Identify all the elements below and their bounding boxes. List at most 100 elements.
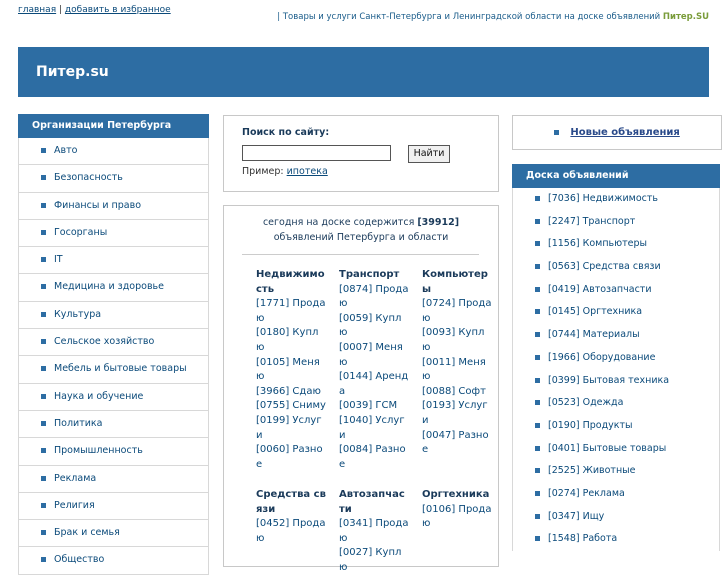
bullet-icon — [535, 400, 540, 406]
board-category-link[interactable]: [0088] Софт — [422, 385, 492, 400]
board-category-link[interactable]: [0105] Меняю — [256, 356, 326, 385]
organization-item[interactable]: Политика — [18, 410, 209, 439]
board-category-label: [0419] Автозапчасти — [548, 283, 652, 295]
board-category-block: Транспорт [0874] Продаю [0059] Куплю [0007]… — [339, 268, 409, 472]
tagline-text: | Товары и услуги Санкт-Петербурга и Лен… — [277, 12, 661, 22]
organization-item-label: Авто — [54, 145, 78, 156]
organization-item[interactable]: Безопасность — [18, 165, 209, 193]
board-category-item[interactable]: [1548] Работа — [513, 528, 719, 551]
search-input[interactable] — [242, 145, 391, 161]
board-category-item[interactable]: [0190] Продукты — [513, 415, 719, 438]
board-divider — [242, 254, 479, 255]
board-category-label: [0274] Реклама — [548, 487, 625, 499]
board-category-item[interactable]: [2525] Животные — [513, 460, 719, 483]
board-category-link[interactable]: [0452] Продаю — [256, 517, 326, 546]
search-example-link[interactable]: ипотека — [287, 166, 328, 177]
board-category-heading[interactable]: Компьютеры — [422, 268, 492, 297]
board-category-link[interactable]: [0144] Аренда — [339, 370, 409, 399]
bullet-icon — [535, 536, 540, 542]
board-category-heading[interactable]: Автозапчасти — [339, 488, 409, 517]
new-ads-link[interactable]: Новые объявления — [570, 127, 679, 138]
board-category-heading[interactable]: Недвижимость — [256, 268, 326, 297]
search-button[interactable]: Найти — [408, 145, 450, 163]
board-category-link[interactable]: [0106] Продаю — [422, 503, 492, 532]
organization-item[interactable]: Общество — [18, 547, 209, 575]
organization-item[interactable]: Реклама — [18, 465, 209, 493]
tagline-brand: Питер.SU — [662, 12, 709, 22]
bullet-icon — [535, 218, 540, 224]
board-category-link[interactable]: [0193] Услуги — [422, 399, 492, 428]
organization-item[interactable]: Наука и обучение — [18, 383, 209, 411]
bullet-icon — [41, 530, 46, 536]
organization-item[interactable]: Мебель и бытовые товары — [18, 356, 209, 384]
organization-item[interactable]: IT — [18, 247, 209, 275]
board-category-item[interactable]: [0401] Бытовые товары — [513, 438, 719, 461]
board-category-item[interactable]: [1156] Компьютеры — [513, 233, 719, 256]
site-title[interactable]: Питер.su — [36, 64, 109, 80]
organization-item[interactable]: Госорганы — [18, 219, 209, 248]
board-category-link[interactable]: [0755] Сниму — [256, 399, 326, 414]
board-category-label: [0563] Средства связи — [548, 261, 661, 273]
board-category-link[interactable]: [0180] Куплю — [256, 326, 326, 355]
board-category-item[interactable]: [0274] Реклама — [513, 483, 719, 506]
organization-item[interactable]: Сельское хозяйство — [18, 329, 209, 357]
board-category-item[interactable]: [0523] Одежда — [513, 392, 719, 415]
bullet-icon — [554, 129, 560, 135]
home-link[interactable]: главная — [18, 5, 56, 15]
new-ads-panel: Новые объявления — [512, 115, 722, 150]
bullet-icon — [41, 448, 46, 454]
board-category-item[interactable]: [2247] Транспорт — [513, 211, 719, 234]
board-category-link[interactable]: [1040] Услуги — [339, 414, 409, 443]
organization-item[interactable]: Медицина и здоровье — [18, 274, 209, 302]
bullet-icon — [41, 475, 46, 481]
board-category-link[interactable]: [3966] Сдаю — [256, 385, 326, 400]
board-category-link[interactable]: [1771] Продаю — [256, 297, 326, 326]
board-category-item[interactable]: [0419] Автозапчасти — [513, 279, 719, 302]
board-category-label: [0523] Одежда — [548, 397, 624, 409]
board-category-heading[interactable]: Средства связи — [256, 488, 326, 517]
board-category-heading[interactable]: Оргтехника — [422, 488, 492, 503]
board-category-item[interactable]: [0347] Ищу — [513, 506, 719, 529]
board-category-link[interactable]: [0724] Продаю — [422, 297, 492, 326]
board-category-item[interactable]: [1966] Оборудование — [513, 347, 719, 370]
board-category-item[interactable]: [0399] Бытовая техника — [513, 370, 719, 393]
board-category-link[interactable]: [0039] ГСМ — [339, 399, 409, 414]
board-category-label: [1156] Компьютеры — [548, 238, 648, 250]
board-category-block: Оргтехника [0106] Продаю — [422, 488, 492, 532]
bullet-icon — [535, 490, 540, 496]
board-category-item[interactable]: [7036] Недвижимость — [513, 188, 719, 211]
board-category-heading[interactable]: Транспорт — [339, 268, 409, 283]
organization-item[interactable]: Культура — [18, 301, 209, 330]
site-header: Питер.su — [18, 47, 709, 97]
board-category-list: [7036] Недвижимость [2247] Транспорт [1156… — [512, 188, 720, 551]
organization-item[interactable]: Промышленность — [18, 438, 209, 466]
board-category-link[interactable]: [0059] Куплю — [339, 312, 409, 341]
board-category-link[interactable]: [0060] Разное — [256, 443, 326, 472]
board-category-link[interactable]: [0874] Продаю — [339, 283, 409, 312]
board-category-item[interactable]: [0744] Материалы — [513, 324, 719, 347]
board-category-label: [0190] Продукты — [548, 419, 633, 431]
board-category-link[interactable]: [0084] Разное — [339, 443, 409, 472]
board-category-item[interactable]: [0145] Оргтехника — [513, 301, 719, 324]
add-to-favorites-link[interactable]: добавить в избранное — [65, 5, 171, 15]
board-category-link[interactable]: [0027] Куплю — [339, 546, 409, 575]
board-category-label: [2525] Животные — [548, 465, 636, 477]
board-category-link[interactable]: [0093] Куплю — [422, 326, 492, 355]
organization-item[interactable]: Финансы и право — [18, 192, 209, 220]
board-category-link[interactable]: [0047] Разное — [422, 429, 492, 458]
bullet-icon — [535, 286, 540, 292]
organization-item-label: Общество — [54, 554, 105, 566]
board-category-link[interactable]: [0007] Меняю — [339, 341, 409, 370]
board-category-link[interactable]: [0199] Услуги — [256, 414, 326, 443]
board-category-link[interactable]: [0341] Продаю — [339, 517, 409, 546]
organization-item[interactable]: Авто — [18, 138, 209, 166]
board-category-link[interactable]: [0011] Меняю — [422, 356, 492, 385]
organizations-list: Авто Безопасность Финансы и право Госорганы… — [18, 138, 209, 575]
organization-item[interactable]: Религия — [18, 492, 209, 521]
board-category-item[interactable]: [0563] Средства связи — [513, 256, 719, 279]
organization-item-label: Финансы и право — [54, 199, 142, 211]
bullet-icon — [535, 445, 540, 451]
organization-item[interactable]: Брак и семья — [18, 520, 209, 548]
bullet-icon — [41, 366, 46, 372]
board-intro-after: объявлений Петербурга и области — [273, 232, 449, 243]
